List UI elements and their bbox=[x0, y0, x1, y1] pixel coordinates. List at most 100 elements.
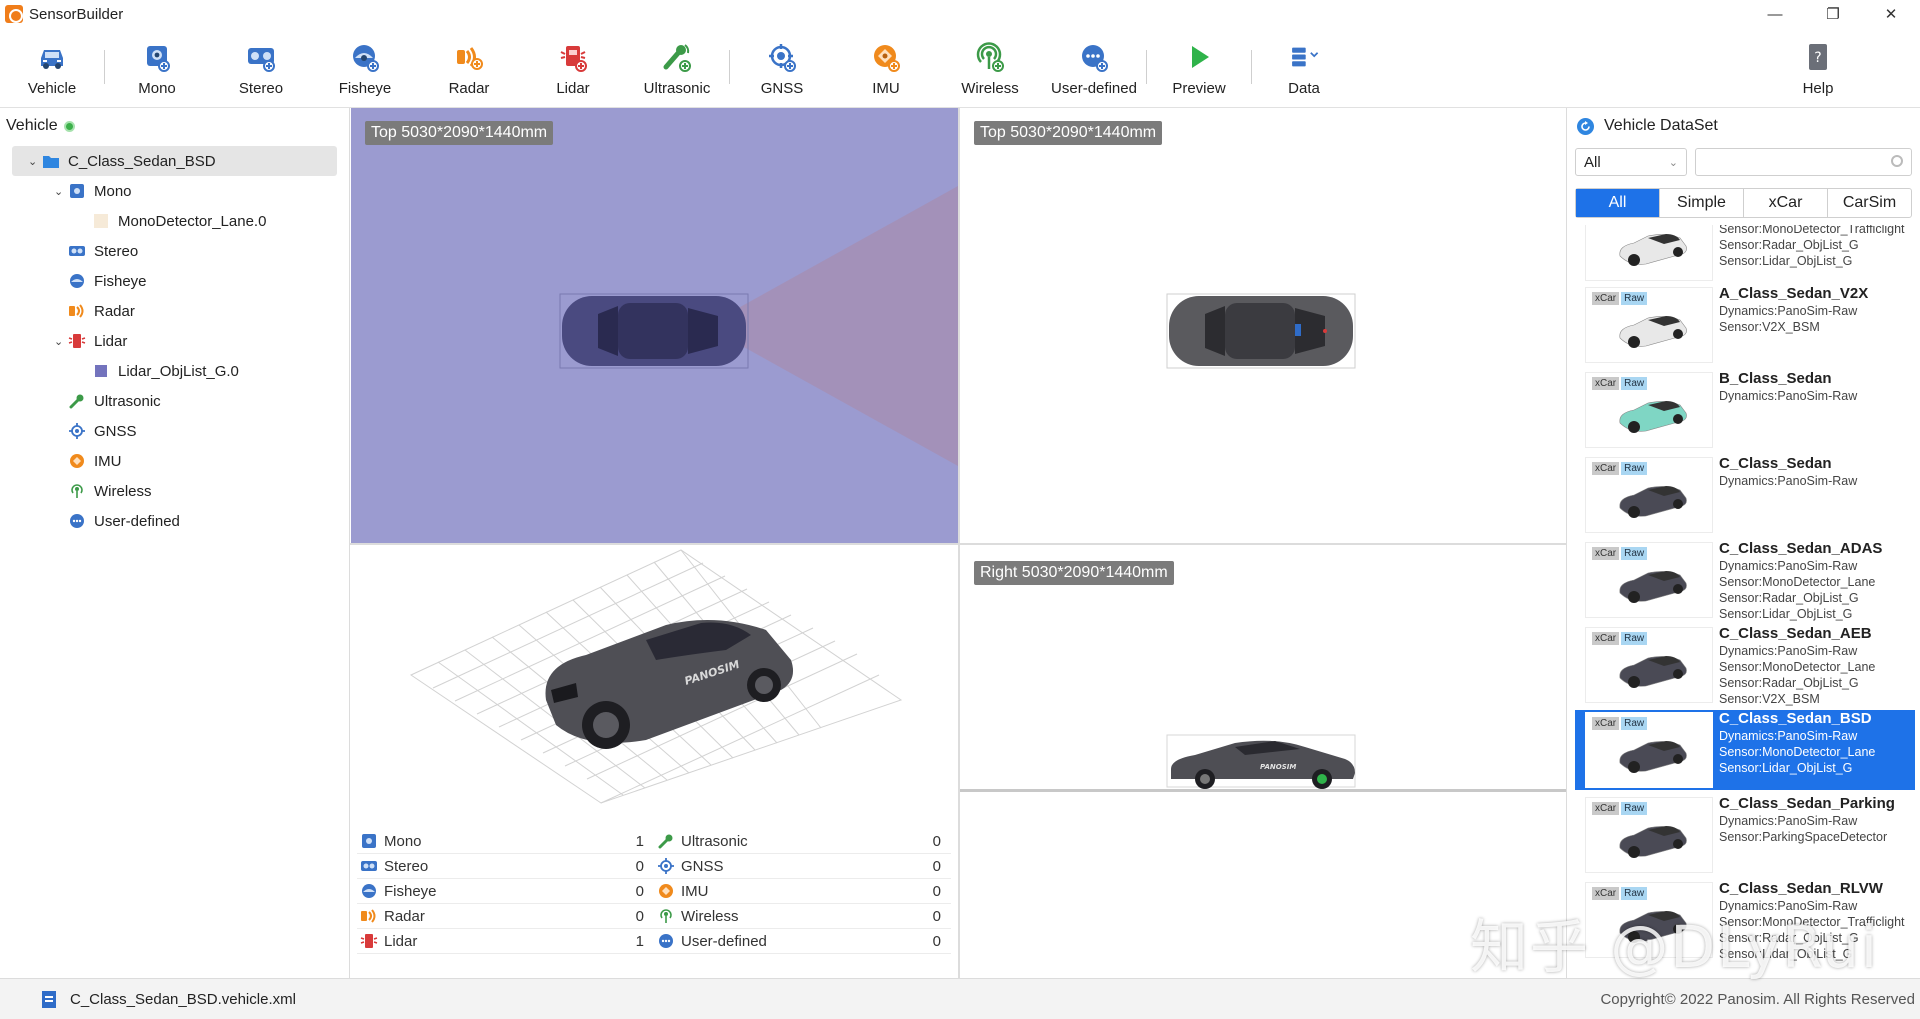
sensor-count-fisheye: Fisheye 0 bbox=[357, 879, 654, 903]
app-title: SensorBuilder bbox=[29, 5, 124, 23]
toolbar-label: GNSS bbox=[760, 80, 804, 97]
tab-simple[interactable]: Simple bbox=[1660, 189, 1744, 217]
viewport-divider-horizontal[interactable] bbox=[350, 543, 1566, 545]
item-description-line: Sensor:ParkingSpaceDetector bbox=[1719, 830, 1888, 844]
dataset-item[interactable]: xCar Raw C_Class_Sedan_Parking Dynamics:Pan… bbox=[1575, 795, 1915, 875]
toolbar-label: Mono bbox=[138, 80, 176, 97]
dataset-filter-select[interactable]: All ⌄ bbox=[1575, 148, 1687, 176]
chevron-down-icon[interactable]: ⌄ bbox=[54, 335, 68, 348]
restore-button[interactable]: ❐ bbox=[1804, 0, 1862, 28]
item-description-line: Dynamics:PanoSim-Raw bbox=[1719, 474, 1858, 488]
toolbar-wireless-button[interactable]: Wireless bbox=[938, 28, 1042, 108]
tree-node-mono-detector[interactable]: MonoDetector_Lane.0 bbox=[92, 206, 266, 236]
tree-node-stereo[interactable]: Stereo bbox=[68, 236, 138, 266]
play-icon bbox=[1182, 40, 1216, 74]
tab-carsim[interactable]: CarSim bbox=[1828, 189, 1911, 217]
close-button[interactable]: ✕ bbox=[1862, 0, 1920, 28]
table-row: Stereo 0 GNSS 0 bbox=[357, 854, 951, 879]
dataset-item[interactable]: xCar Raw A_Class_Sedan_V2X Dynamics:PanoSim… bbox=[1575, 285, 1915, 365]
refresh-icon[interactable] bbox=[1577, 117, 1594, 135]
sensor-name: Ultrasonic bbox=[681, 832, 748, 850]
dataset-item[interactable]: xCar Raw C_Class_Sedan_BSD Dynamics:PanoSim… bbox=[1575, 710, 1915, 790]
item-description-line: Sensor:MonoDetector_Lane bbox=[1719, 745, 1876, 759]
dataset-tabs: All Simple xCar CarSim bbox=[1575, 188, 1912, 218]
sensor-name: GNSS bbox=[681, 857, 724, 875]
mono-camera-icon bbox=[360, 832, 378, 850]
item-name: C_Class_Sedan_ADAS bbox=[1719, 540, 1883, 557]
sensor-count: 0 bbox=[932, 882, 941, 900]
item-description-line: Sensor:Lidar_ObjList_G bbox=[1719, 761, 1853, 775]
viewport-top-mono[interactable]: Top 5030*2090*1440mm bbox=[351, 108, 958, 543]
tree-node-imu[interactable]: IMU bbox=[68, 446, 122, 476]
toolbar-data-button[interactable]: Data bbox=[1252, 28, 1356, 108]
minimize-button[interactable]: — bbox=[1746, 0, 1804, 28]
item-description-line: Sensor:Radar_ObjList_G bbox=[1719, 591, 1859, 605]
toolbar-stereo-button[interactable]: Stereo bbox=[209, 28, 313, 108]
toolbar-help-button[interactable]: ? Help bbox=[1766, 28, 1870, 108]
tree-node-gnss[interactable]: GNSS bbox=[68, 416, 137, 446]
fisheye-icon bbox=[68, 272, 86, 290]
toolbar-label: Help bbox=[1802, 80, 1834, 97]
sensor-name: Fisheye bbox=[384, 882, 437, 900]
item-description: Dynamics:PanoSim-Raw bbox=[1719, 388, 1857, 404]
viewport-label: Top 5030*2090*1440mm bbox=[974, 121, 1163, 145]
toolbar-ultrasonic-button[interactable]: Ultrasonic bbox=[625, 28, 729, 108]
tree-node-vehicle[interactable]: ⌄ C_Class_Sedan_BSD bbox=[12, 146, 337, 176]
car-icon bbox=[1619, 656, 1687, 688]
toolbar-fisheye-button[interactable]: Fisheye bbox=[313, 28, 417, 108]
toolbar-radar-button[interactable]: Radar bbox=[417, 28, 521, 108]
tree-node-wireless[interactable]: Wireless bbox=[68, 476, 152, 506]
tree-node-label: Wireless bbox=[94, 482, 152, 500]
viewport-3d[interactable]: PANOSIM bbox=[351, 545, 958, 823]
car-brand-text: PANOSIM bbox=[1260, 763, 1296, 771]
mono-camera-icon bbox=[140, 40, 174, 74]
dataset-list[interactable]: xCarRaw Dynamics:PanoSim-Raw Sensor:MonoDe… bbox=[1567, 225, 1920, 978]
vehicle-thumbnail: xCarRaw bbox=[1585, 627, 1713, 703]
tab-all[interactable]: All bbox=[1576, 189, 1660, 217]
dataset-search-input[interactable] bbox=[1695, 148, 1912, 176]
sensor-count: 0 bbox=[635, 857, 644, 875]
chevron-down-icon[interactable]: ⌄ bbox=[54, 185, 68, 198]
ultrasonic-icon bbox=[657, 832, 675, 850]
detector-icon bbox=[92, 362, 110, 380]
toolbar-user-defined-button[interactable]: User-defined bbox=[1042, 28, 1146, 108]
dataset-item[interactable]: xCar Raw C_Class_Sedan Dynamics:PanoSim-Raw bbox=[1575, 455, 1915, 535]
sensor-count-wireless: Wireless 0 bbox=[654, 904, 951, 928]
tree-node-lidar-objlist[interactable]: Lidar_ObjList_G.0 bbox=[92, 356, 239, 386]
tree-node-radar[interactable]: Radar bbox=[68, 296, 135, 326]
tree-node-ultrasonic[interactable]: Ultrasonic bbox=[68, 386, 161, 416]
dataset-item[interactable]: xCar Raw B_Class_Sedan Dynamics:PanoSim-Raw bbox=[1575, 370, 1915, 450]
toolbar-vehicle-button[interactable]: Vehicle bbox=[0, 28, 104, 108]
toolbar-mono-button[interactable]: Mono bbox=[105, 28, 209, 108]
fisheye-icon bbox=[348, 40, 382, 74]
toolbar-imu-button[interactable]: IMU bbox=[834, 28, 938, 108]
toolbar-label: Data bbox=[1288, 80, 1320, 97]
sensor-name: Lidar bbox=[384, 932, 418, 950]
item-description: Dynamics:PanoSim-RawSensor:MonoDetector_… bbox=[1719, 225, 1905, 269]
dataset-title: Vehicle DataSet bbox=[1604, 117, 1718, 134]
sensor-name: Wireless bbox=[681, 907, 739, 925]
tree-node-lidar[interactable]: ⌄ Lidar bbox=[54, 326, 127, 356]
tree-node-mono[interactable]: ⌄ Mono bbox=[54, 176, 132, 206]
dataset-item[interactable]: xCar Raw C_Class_Sedan_ADAS Dynamics:PanoSi… bbox=[1575, 540, 1915, 621]
toolbar-gnss-button[interactable]: GNSS bbox=[730, 28, 834, 108]
dataset-filter-value: All bbox=[1584, 153, 1601, 171]
dataset-item[interactable]: xCarRawDynamics:PanoSim-RawSensor:MonoDe… bbox=[1575, 225, 1915, 283]
sensor-count-gnss: GNSS 0 bbox=[654, 854, 951, 878]
tree-node-label: C_Class_Sedan_BSD bbox=[68, 152, 216, 170]
tree-node-fisheye[interactable]: Fisheye bbox=[68, 266, 147, 296]
dataset-item[interactable]: xCar Raw C_Class_Sedan_AEB Dynamics:PanoSim… bbox=[1575, 625, 1915, 706]
chevron-down-icon[interactable]: ⌄ bbox=[28, 155, 42, 168]
vehicle-thumbnail: xCarRaw bbox=[1585, 797, 1713, 873]
sensor-count-ultrasonic: Ultrasonic 0 bbox=[654, 829, 951, 853]
car-3d-model: PANOSIM bbox=[545, 620, 794, 749]
toolbar-preview-button[interactable]: Preview bbox=[1147, 28, 1251, 108]
tree-node-label: Ultrasonic bbox=[94, 392, 161, 410]
tab-xcar[interactable]: xCar bbox=[1744, 189, 1828, 217]
sensor-name: User-defined bbox=[681, 932, 767, 950]
tree-node-user-defined[interactable]: User-defined bbox=[68, 506, 180, 536]
file-icon bbox=[42, 990, 56, 1008]
toolbar-lidar-button[interactable]: Lidar bbox=[521, 28, 625, 108]
viewport-top[interactable]: Top 5030*2090*1440mm bbox=[960, 108, 1566, 543]
wireless-icon bbox=[657, 907, 675, 925]
